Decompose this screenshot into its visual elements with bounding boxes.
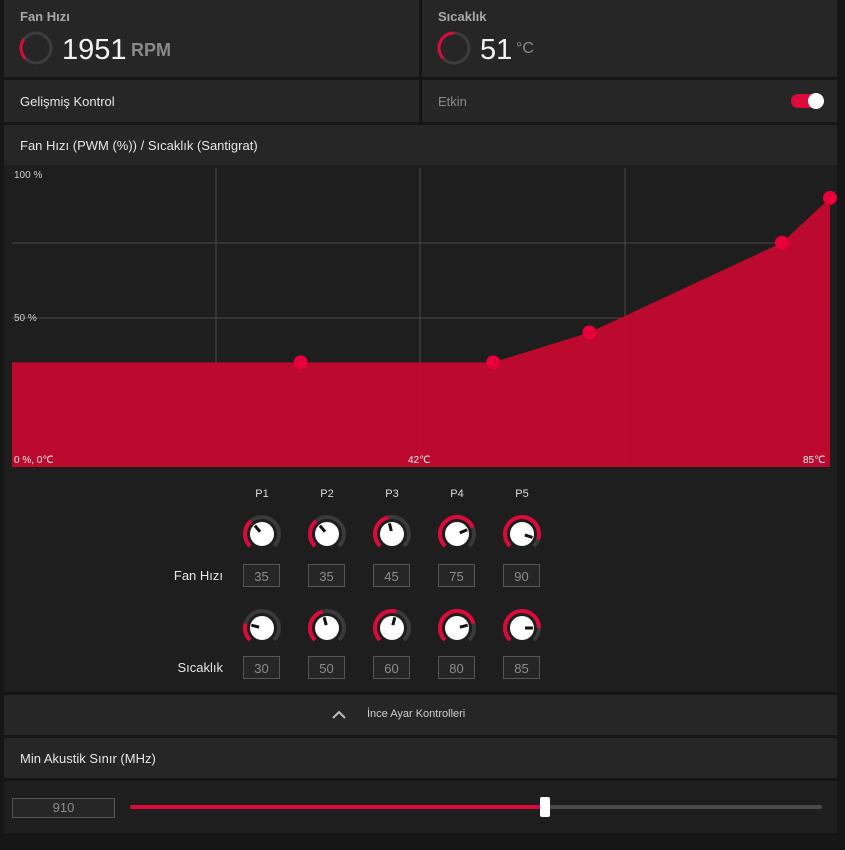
origin-label: 0 %, 0℃ xyxy=(14,455,54,466)
x-axis-mid-label: 42℃ xyxy=(408,455,431,466)
curve-point-p2[interactable] xyxy=(486,355,501,370)
curve-point-p5[interactable] xyxy=(823,190,837,205)
fan-value-p3[interactable]: 45 xyxy=(373,564,410,587)
temp-knob-p5[interactable] xyxy=(502,608,542,648)
acoustic-slider-track[interactable] xyxy=(130,797,822,817)
fan-speed-label: Fan Hızı xyxy=(20,9,70,24)
point-label-p5: P5 xyxy=(515,488,529,500)
point-label-p2: P2 xyxy=(320,488,334,500)
toggle-knob xyxy=(808,93,824,109)
acoustic-value-box[interactable]: 910 xyxy=(12,798,115,818)
acoustic-slider-thumb[interactable] xyxy=(540,797,551,817)
temperature-unit: °C xyxy=(516,40,534,57)
acoustic-slider-fill xyxy=(130,805,546,809)
temp-value-p2[interactable]: 50 xyxy=(308,656,345,679)
temperature-gauge-icon xyxy=(437,31,471,65)
fine-tune-label: İnce Ayar Kontrolleri xyxy=(367,708,466,720)
chevron-up-icon[interactable] xyxy=(331,710,347,720)
advanced-state-label: Etkin xyxy=(438,94,467,109)
advanced-control-panel: Gelişmiş Kontrol xyxy=(4,80,419,122)
curve-area xyxy=(12,197,830,467)
temp-knob-p2[interactable] xyxy=(307,608,347,648)
fan-knob-p5[interactable] xyxy=(502,514,542,554)
x-axis-max-label: 85℃ xyxy=(803,455,826,466)
y-axis-mid-label: 50 % xyxy=(14,313,37,324)
acoustic-slider-panel: 910 xyxy=(4,781,837,833)
curve-title: Fan Hızı (PWM (%)) / Sıcaklık (Santigrat… xyxy=(20,138,258,153)
temp-knob-p1[interactable] xyxy=(242,608,282,648)
fan-curve-chart[interactable] xyxy=(4,165,837,470)
temp-value-p1[interactable]: 30 xyxy=(243,656,280,679)
fan-knob-p1[interactable] xyxy=(242,514,282,554)
fan-knob-p3[interactable] xyxy=(372,514,412,554)
fan-value-p5[interactable]: 90 xyxy=(503,564,540,587)
point-label-p1: P1 xyxy=(255,488,269,500)
temperature-panel: Sıcaklık 51 °C xyxy=(422,0,837,77)
acoustic-title: Min Akustik Sınır (MHz) xyxy=(20,751,156,766)
temp-value-p3[interactable]: 60 xyxy=(373,656,410,679)
fan-speed-gauge-icon xyxy=(19,31,53,65)
fan-value-p1[interactable]: 35 xyxy=(243,564,280,587)
curve-point-p4[interactable] xyxy=(774,235,789,250)
temp-value-p4[interactable]: 80 xyxy=(438,656,475,679)
fan-value-p4[interactable]: 75 xyxy=(438,564,475,587)
fine-tune-bar[interactable]: İnce Ayar Kontrolleri xyxy=(4,695,837,735)
acoustic-title-panel: Min Akustik Sınır (MHz) xyxy=(4,738,837,778)
curve-title-panel: Fan Hızı (PWM (%)) / Sıcaklık (Santigrat… xyxy=(4,125,837,165)
temp-value-p5[interactable]: 85 xyxy=(503,656,540,679)
fan-value-p2[interactable]: 35 xyxy=(308,564,345,587)
advanced-toggle[interactable] xyxy=(791,93,824,109)
fan-speed-unit: RPM xyxy=(131,40,171,60)
temp-knob-p4[interactable] xyxy=(437,608,477,648)
y-axis-top-label: 100 % xyxy=(14,170,43,181)
fan-speed-row-label: Fan Hızı xyxy=(173,568,223,583)
temperature-label: Sıcaklık xyxy=(438,9,487,24)
temperature-row-label: Sıcaklık xyxy=(177,660,223,675)
temp-knob-p3[interactable] xyxy=(372,608,412,648)
point-label-p3: P3 xyxy=(385,488,399,500)
fan-speed-value: 1951 xyxy=(62,34,127,66)
fan-speed-panel: Fan Hızı 1951 RPM xyxy=(4,0,419,77)
curve-chart-panel: 100 % 50 % 0 %, 0℃ 42℃ 85℃ xyxy=(4,165,837,470)
advanced-control-label: Gelişmiş Kontrol xyxy=(20,94,115,109)
knob-section: P1 35 30 P2 35 50 P3 45 60 P4 75 80 P5 90 85 Fan Hızı … xyxy=(4,470,837,692)
advanced-toggle-panel: Etkin xyxy=(422,80,837,122)
curve-point-p3[interactable] xyxy=(582,325,597,340)
fan-knob-p2[interactable] xyxy=(307,514,347,554)
curve-point-p1[interactable] xyxy=(293,355,308,370)
temperature-value: 51 xyxy=(480,34,513,66)
point-label-p4: P4 xyxy=(450,488,464,500)
fan-knob-p4[interactable] xyxy=(437,514,477,554)
